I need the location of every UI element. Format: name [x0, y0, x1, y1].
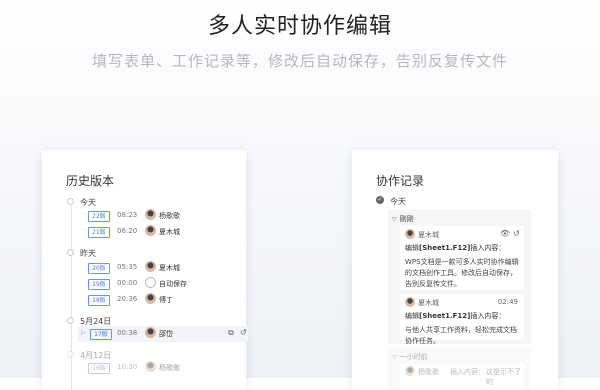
collab-entry: 夏木城 👁 ↺ 编辑[Sheet1.F12]插入内容： WPS文档是一款可多人实…	[400, 226, 524, 290]
avatar	[405, 229, 415, 239]
play-icon[interactable]: ▷	[81, 329, 86, 336]
version-time: 20:36	[117, 295, 138, 303]
version-tag: 18版	[88, 295, 110, 306]
version-author: 杨歌歌	[159, 212, 180, 220]
timeline-dot	[67, 198, 74, 205]
entry-action: 编辑[Sheet1.F12]插入内容：	[405, 311, 505, 321]
avatar	[145, 293, 156, 304]
avatar	[145, 209, 156, 220]
version-time: 00:38	[117, 329, 138, 337]
version-time: 10:30	[117, 363, 138, 371]
group-header[interactable]: ▽ 刚刚	[392, 214, 414, 224]
restore-icon[interactable]: ↺	[240, 328, 247, 337]
version-author: 自动保存	[159, 280, 187, 288]
collab-group: ▽ 刚刚 夏木城 👁 ↺ 编辑[Sheet1.F12]插入内容： WPS文档是一款…	[388, 210, 531, 345]
version-author: 夏木城	[159, 264, 180, 272]
version-row[interactable]: 22版 08:23 杨歌歌	[78, 208, 248, 224]
entry-author: 夏木城	[418, 299, 439, 307]
day-label: 今天	[80, 198, 96, 207]
entry-action: 编辑[Sheet1.F12]插入内容：	[405, 243, 505, 253]
entry-content: 与他人共享工作资料，轻松完成文档协作任务。	[405, 326, 517, 345]
entry-time: 02:49	[497, 298, 518, 306]
version-author: 夏木城	[159, 228, 180, 236]
version-tag: 19版	[88, 279, 110, 290]
timeline-dot	[67, 317, 74, 324]
version-row[interactable]: 19版 00:00 自动保存	[78, 276, 248, 292]
caret-down-icon: ▽	[392, 354, 397, 361]
avatar	[145, 361, 156, 372]
version-tag: 16版	[88, 363, 110, 374]
restore-icon[interactable]: ↺	[513, 229, 520, 238]
cell-ref: [Sheet1.F12]	[419, 244, 471, 252]
version-author: 邵岱	[159, 330, 173, 338]
autosave-icon	[145, 277, 156, 288]
hero-subtitle: 填写表单、工作记录等，修改后自动保存，告别反复传文件	[91, 52, 508, 70]
version-time: 06:20	[117, 227, 138, 235]
hero-title: 多人实时协作编辑	[207, 14, 392, 39]
version-tag: 20版	[88, 263, 110, 274]
version-time: 08:23	[117, 211, 138, 219]
collab-panel: 协作记录 ✓ 今天 ▽ 刚刚 夏木城 👁 ↺ 编辑[Sheet1.F12]插入内容…	[352, 150, 558, 390]
group-label: 刚刚	[399, 215, 414, 223]
day-label: 今天	[390, 197, 406, 206]
entry-content: 这是示不了的	[486, 368, 521, 386]
entry-author: 夏木城	[418, 231, 439, 239]
entry-content: WPS文档是一款可多人实时协作编辑的文档创作工具。修改后自动保存，告别反复传文件…	[405, 258, 519, 288]
avatar	[145, 225, 156, 236]
entry-author: 杨歌歌	[418, 368, 439, 376]
entry-action: 插入内容：	[450, 368, 485, 376]
day-label: 昨天	[80, 249, 96, 258]
check-icon: ✓	[376, 196, 384, 204]
avatar	[145, 261, 156, 272]
version-tag: 21版	[88, 227, 110, 238]
caret-down-icon: ▽	[392, 216, 397, 223]
version-row[interactable]: 21版 06:20 夏木城	[78, 224, 248, 240]
version-tag: 22版	[88, 211, 110, 222]
timeline-dot	[67, 249, 74, 256]
version-author: 傅丁	[159, 296, 173, 304]
avatar	[405, 366, 415, 376]
version-row[interactable]: 18版 20:36 傅丁	[78, 292, 248, 308]
version-row-selected[interactable]: ▷ 17版 00:38 邵岱 ⧉ ↺	[78, 326, 248, 342]
action-verb: 编辑	[405, 312, 419, 320]
eye-icon[interactable]: 👁	[500, 229, 510, 238]
group-header[interactable]: ▽ 一小时前	[392, 352, 428, 362]
action-verb: 编辑	[405, 244, 419, 252]
group-label: 一小时前	[399, 353, 428, 361]
collab-group: ▽ 一小时前 杨歌歌 插入内容： 这是示不了的	[388, 348, 531, 390]
version-tag: 17版	[90, 329, 112, 340]
version-row[interactable]: 20版 05:35 夏木城	[78, 260, 248, 276]
version-time: 00:00	[117, 279, 138, 287]
action-detail: 插入内容：	[470, 244, 506, 252]
timeline-line	[71, 202, 72, 390]
version-time: 05:35	[117, 263, 138, 271]
version-author: 杨歌歌	[159, 364, 180, 372]
avatar	[145, 327, 156, 338]
collab-entry: 夏木城 02:49 编辑[Sheet1.F12]插入内容： 与他人共享工作资料，…	[400, 294, 524, 345]
history-panel: 历史版本 今天 22版 08:23 杨歌歌 21版 06:20 夏木城 昨天 2…	[42, 150, 248, 390]
cell-ref: [Sheet1.F12]	[419, 312, 471, 320]
collab-entry: 杨歌歌 插入内容： 这是示不了的	[400, 364, 524, 390]
avatar	[405, 297, 415, 307]
history-title: 历史版本	[66, 174, 115, 188]
action-detail: 插入内容：	[470, 312, 506, 320]
collab-title: 协作记录	[376, 174, 425, 188]
version-row[interactable]: 16版 10:30 杨歌歌	[78, 360, 248, 376]
copy-icon[interactable]: ⧉	[228, 328, 234, 338]
timeline-dot	[67, 351, 74, 358]
